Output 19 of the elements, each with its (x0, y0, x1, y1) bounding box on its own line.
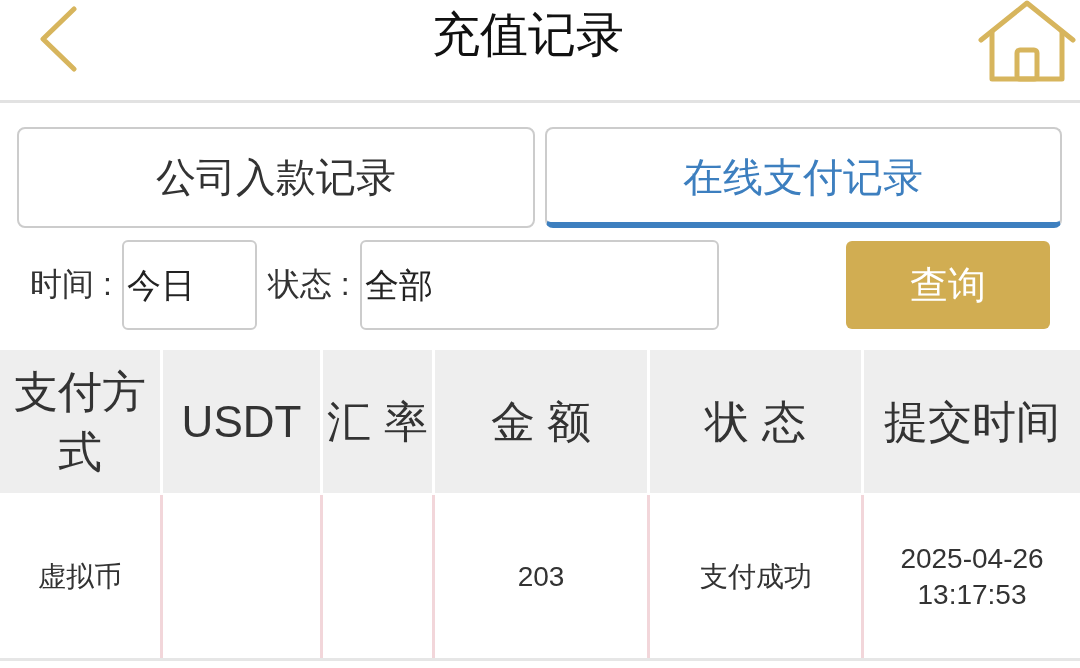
tab[interactable]: 在线支付记录 (544, 127, 1062, 228)
column-header: 金 额 (435, 350, 647, 493)
table-cell: 支付成功 (650, 495, 861, 658)
back-icon[interactable] (39, 6, 77, 72)
column-header: USDT (163, 350, 320, 493)
home-icon[interactable] (978, 0, 1076, 82)
column-header: 汇 率 (323, 350, 432, 493)
table-cell: 2025-04-26 13:17:53 (864, 495, 1080, 658)
table-cell: 203 (435, 495, 647, 658)
column-header: 状 态 (650, 350, 861, 493)
table-cell: 虚拟币 (0, 495, 160, 658)
column-header: 支付方式 (0, 350, 160, 493)
column-header: 提交时间 (864, 350, 1080, 493)
tab[interactable]: 公司入款记录 (17, 127, 535, 228)
dropdown-field[interactable]: 全部 (359, 240, 719, 330)
dropdown-field[interactable]: 今日 (121, 240, 257, 330)
filter-label: 状态 : (267, 265, 350, 304)
page-title: 充值记录 (430, 7, 625, 63)
filter-label: 时间 : (30, 265, 112, 304)
